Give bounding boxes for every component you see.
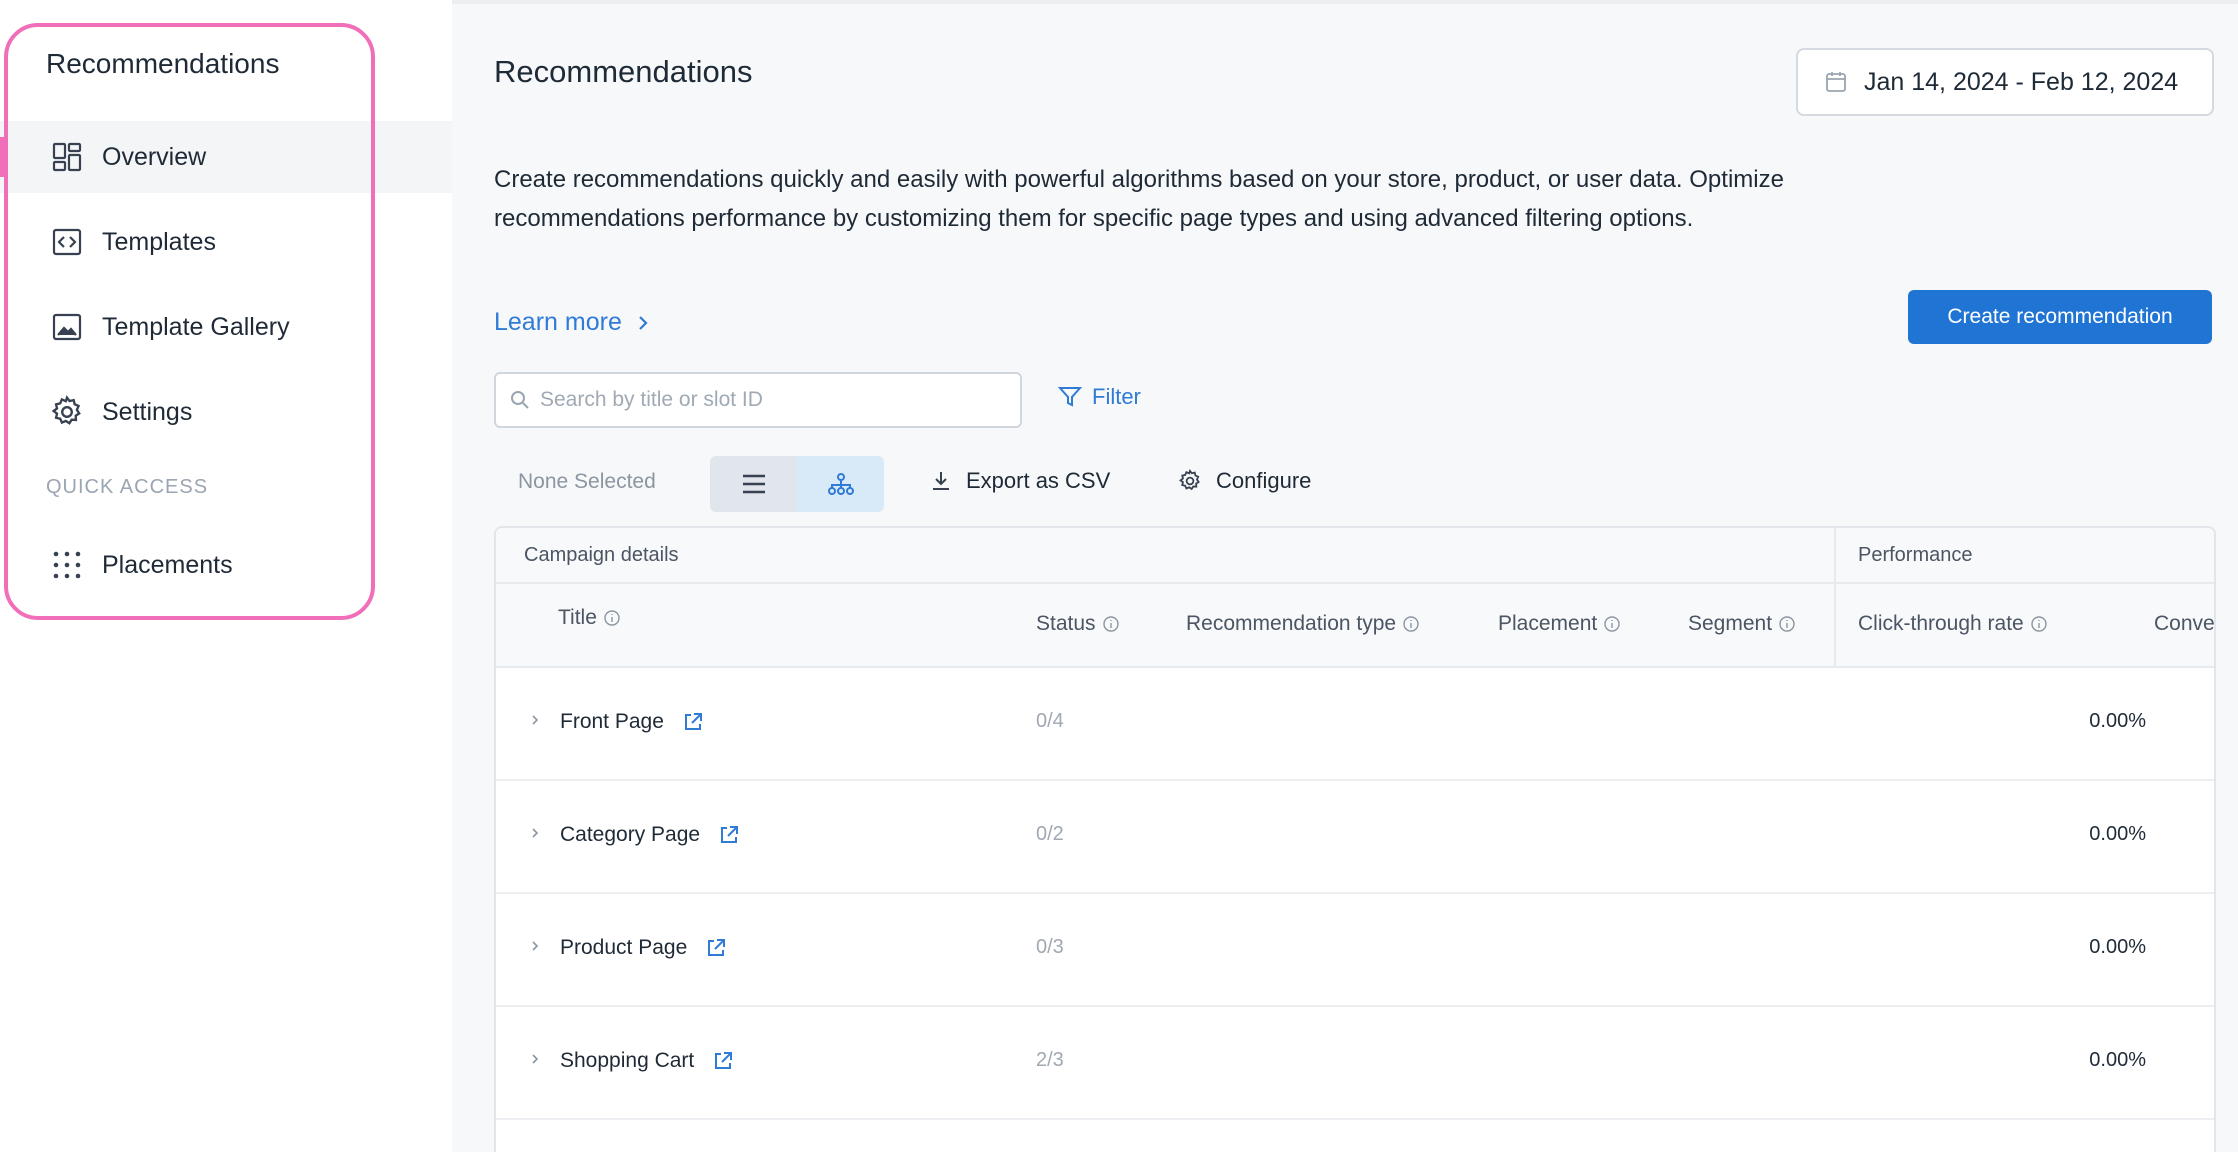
recommendations-table: Campaign details Performance Title Statu… — [494, 526, 2216, 1152]
sidebar-item-template-gallery[interactable]: Template Gallery — [0, 291, 452, 363]
col-status[interactable]: Status — [1036, 612, 1120, 636]
info-icon — [1102, 615, 1120, 633]
learn-more-link[interactable]: Learn more — [494, 308, 650, 337]
col-status-label: Status — [1036, 612, 1096, 635]
date-range-picker[interactable]: Jan 14, 2024 - Feb 12, 2024 — [1796, 48, 2214, 116]
configure-button[interactable]: Configure — [1178, 468, 1311, 494]
code-icon — [50, 225, 84, 259]
col-ctr-label: Click-through rate — [1858, 612, 2024, 635]
row-ctr: 0.00% — [2089, 936, 2146, 958]
quick-access-label: QUICK ACCESS — [46, 476, 209, 498]
row-ctr: 0.00% — [2089, 1049, 2146, 1071]
chevron-right-icon[interactable] — [530, 825, 540, 841]
row-title: Category Page — [560, 823, 740, 847]
row-status: 2/3 — [1036, 1049, 1064, 1071]
view-toggle — [710, 456, 884, 512]
col-recommendation-type[interactable]: Recommendation type — [1186, 612, 1420, 636]
external-link-icon[interactable] — [682, 711, 704, 733]
list-icon — [741, 473, 767, 495]
table-group-header: Campaign details Performance — [496, 528, 2214, 584]
search-input[interactable] — [540, 388, 1010, 412]
selection-status: None Selected — [518, 470, 656, 493]
col-click-through-rate[interactable]: Click-through rate — [1858, 612, 2048, 636]
export-label: Export as CSV — [966, 468, 1111, 493]
sidebar-item-label: Placements — [102, 550, 233, 579]
group-campaign-details: Campaign details — [524, 544, 679, 566]
sidebar-item-label: Overview — [102, 142, 207, 171]
date-range-text: Jan 14, 2024 - Feb 12, 2024 — [1864, 67, 2179, 96]
row-title-text: Front Page — [560, 710, 664, 733]
external-link-icon[interactable] — [705, 937, 727, 959]
list-view-button[interactable] — [710, 456, 797, 512]
sidebar-item-label: Settings — [102, 397, 193, 426]
table-column-header: Title Status Recommendation type Placeme… — [496, 584, 2214, 668]
image-icon — [50, 310, 84, 344]
col-segment-label: Segment — [1688, 612, 1773, 635]
filter-icon — [1058, 386, 1082, 408]
sidebar-item-templates[interactable]: Templates — [0, 206, 452, 278]
external-link-icon[interactable] — [718, 824, 740, 846]
row-title-text: Category Page — [560, 823, 701, 846]
col-type-label: Recommendation type — [1186, 612, 1397, 635]
page-title: Recommendations — [494, 54, 753, 89]
column-divider — [1834, 528, 1836, 668]
row-title: Product Page — [560, 936, 727, 960]
row-title: Shopping Cart — [560, 1049, 734, 1073]
configure-label: Configure — [1216, 468, 1312, 493]
chevron-right-icon[interactable] — [530, 938, 540, 954]
download-icon — [930, 470, 952, 492]
chevron-right-icon — [636, 313, 650, 333]
external-link-icon[interactable] — [712, 1050, 734, 1072]
info-icon — [1603, 615, 1621, 633]
page-description: Create recommendations quickly and easil… — [494, 166, 1784, 232]
hierarchy-icon — [827, 472, 855, 496]
sidebar-item-placements[interactable]: Placements — [0, 529, 452, 601]
row-title-text: Shopping Cart — [560, 1049, 695, 1072]
col-segment[interactable]: Segment — [1688, 612, 1796, 636]
dashboard-icon — [50, 140, 84, 174]
col-placement-label: Placement — [1498, 612, 1598, 635]
table-row[interactable]: Front Page 0/4 0.00% — [496, 668, 2214, 781]
export-csv-button[interactable]: Export as CSV — [930, 468, 1110, 494]
info-icon — [603, 609, 621, 627]
main-content: Recommendations Jan 14, 2024 - Feb 12, 2… — [452, 0, 2238, 1152]
search-icon — [510, 390, 530, 410]
row-ctr: 0.00% — [2089, 710, 2146, 732]
row-status: 0/3 — [1036, 936, 1064, 958]
learn-more-label: Learn more — [494, 308, 622, 336]
row-title: Front Page — [560, 710, 704, 734]
grid-dots-icon — [50, 548, 84, 582]
search-field[interactable] — [494, 372, 1022, 428]
filter-label: Filter — [1092, 384, 1141, 409]
chevron-right-icon[interactable] — [530, 712, 540, 728]
create-recommendation-button[interactable]: Create recommendation — [1908, 290, 2212, 344]
row-status: 0/2 — [1036, 823, 1064, 845]
table-row[interactable]: Product Page 0/3 0.00% — [496, 894, 2214, 1007]
tree-view-button[interactable] — [797, 456, 884, 512]
group-performance: Performance — [1858, 544, 1973, 566]
col-title-label: Title — [558, 606, 597, 629]
chevron-right-icon[interactable] — [530, 1051, 540, 1067]
sidebar-item-label: Templates — [102, 227, 216, 256]
row-ctr: 0.00% — [2089, 823, 2146, 845]
table-row[interactable]: Category Page 0/2 0.00% — [496, 781, 2214, 894]
table-row[interactable]: Shopping Cart 2/3 0.00% — [496, 1007, 2214, 1120]
col-placement[interactable]: Placement — [1498, 612, 1621, 636]
col-title[interactable]: Title — [558, 606, 621, 630]
sidebar-item-overview[interactable]: Overview — [0, 121, 452, 193]
col-conversion[interactable]: Convers — [2154, 612, 2214, 636]
sidebar-item-label: Template Gallery — [102, 312, 290, 341]
sidebar: Recommendations Overview Templates Templ… — [0, 0, 452, 1152]
info-icon — [2030, 615, 2048, 633]
gear-icon — [1178, 469, 1202, 493]
row-status: 0/4 — [1036, 710, 1064, 732]
info-icon — [1778, 615, 1796, 633]
filter-button[interactable]: Filter — [1058, 384, 1141, 410]
sidebar-item-settings[interactable]: Settings — [0, 376, 452, 448]
gear-icon — [50, 395, 84, 429]
info-icon — [1402, 615, 1420, 633]
calendar-icon — [1824, 70, 1848, 94]
sidebar-title: Recommendations — [46, 48, 280, 79]
row-title-text: Product Page — [560, 936, 688, 959]
